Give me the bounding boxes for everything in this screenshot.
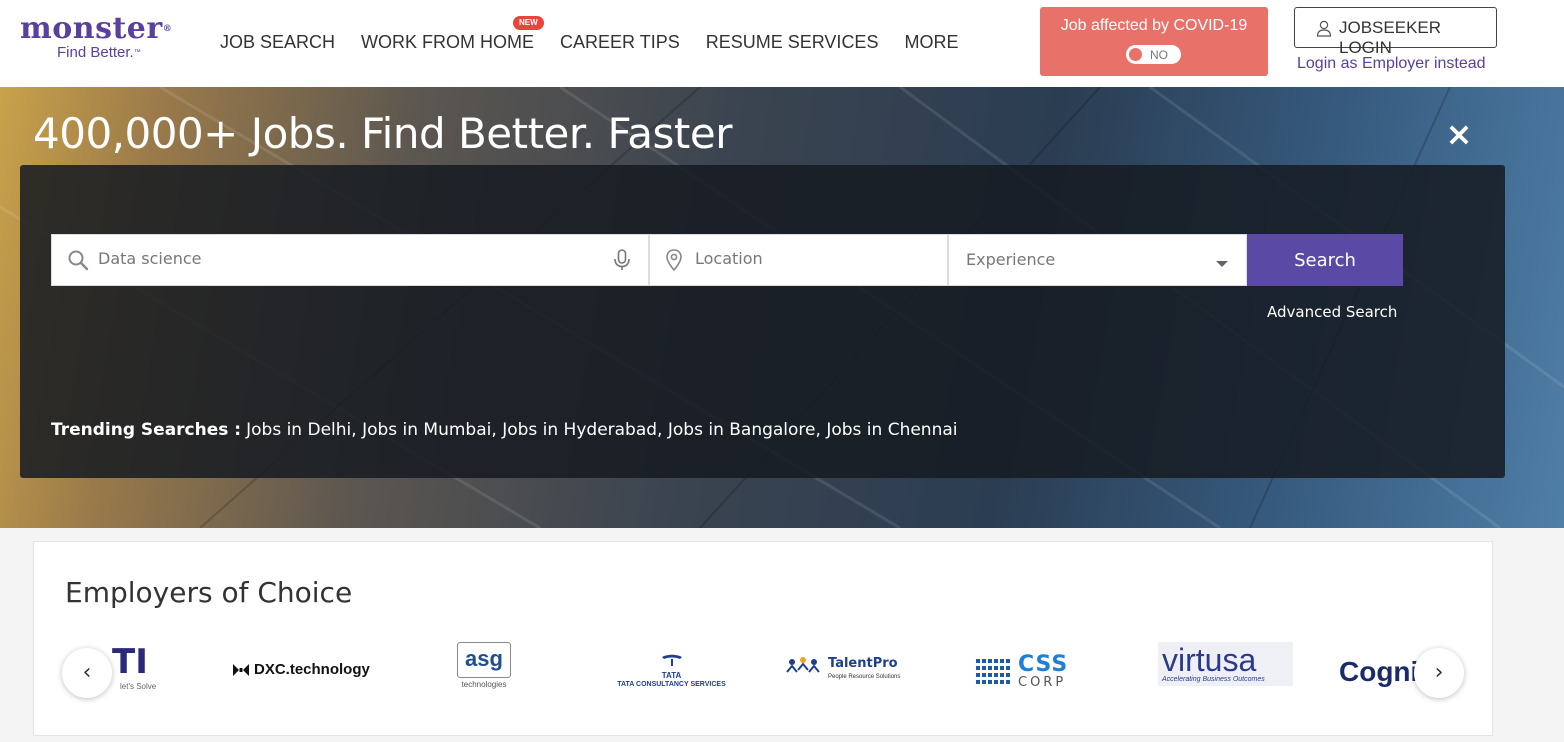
employer-login-link[interactable]: Login as Employer instead (1297, 55, 1486, 73)
new-badge: NEW (513, 16, 544, 30)
employer-logo-virtusa-text: virtusa (1162, 642, 1257, 678)
employer-logo-asg[interactable]: asg technologies (454, 642, 514, 702)
chevron-left-icon: ‹ (82, 660, 92, 685)
employer-logo-dxc[interactable]: DXC.technology (232, 642, 377, 702)
covid-toggle-card[interactable]: Job affected by COVID-19 NO (1040, 7, 1268, 76)
employer-logo-talentpro[interactable]: TalentPro People Resource Solutions (786, 642, 921, 702)
experience-placeholder: Experience (966, 250, 1056, 269)
hero-title: 400,000+ Jobs. Find Better. Faster (33, 109, 733, 158)
employer-logo-asg-caption: technologies (461, 680, 507, 689)
keyword-input[interactable] (98, 249, 598, 268)
carousel-next-button[interactable]: › (1414, 648, 1464, 698)
trending-link-delhi[interactable]: Jobs in Delhi, (246, 420, 357, 440)
employer-logo-tcs[interactable]: TATA TATA CONSULTANCY SERVICES (609, 642, 734, 702)
employer-logo-virtusa-caption: Accelerating Business Outcomes (1162, 676, 1265, 683)
location-pin-icon (666, 249, 682, 272)
nav-job-search[interactable]: JOB SEARCH (220, 31, 335, 55)
trending-searches: Trending Searches : Jobs in Delhi, Jobs … (51, 420, 958, 440)
login-label: JOBSEEKER LOGIN (1339, 18, 1442, 57)
keyword-field (51, 234, 649, 286)
csscorp-grid-icon (976, 659, 1010, 684)
toggle-knob (1129, 48, 1142, 61)
covid-title: Job affected by COVID-19 (1060, 17, 1248, 34)
trending-link-mumbai[interactable]: Jobs in Mumbai, (362, 420, 497, 440)
employer-logo-asg-text: asg (457, 642, 511, 678)
close-icon[interactable]: × (1444, 118, 1474, 150)
search-icon (68, 250, 89, 271)
employer-logo-tcs-caption: TATA CONSULTANCY SERVICES (617, 681, 726, 688)
logo-tagline: Find Better. (57, 44, 134, 61)
caret-down-icon (1216, 261, 1228, 267)
dxc-mark-icon (233, 664, 249, 676)
employer-logo-ti[interactable]: TI let's Solve (112, 642, 172, 702)
employer-logo-ti-text: TI (112, 642, 148, 682)
employer-logo-talentpro-caption: People Resource Solutions (828, 674, 901, 680)
logo-brand: monster (20, 11, 163, 46)
trending-link-chennai[interactable]: Jobs in Chennai (826, 420, 957, 440)
experience-select[interactable]: Experience (948, 234, 1247, 286)
trending-link-hyderabad[interactable]: Jobs in Hyderabad, (502, 420, 662, 440)
microphone-icon[interactable] (610, 248, 634, 272)
search-button[interactable]: Search (1247, 234, 1403, 286)
employer-logo-cognizant[interactable]: Cogni (1339, 642, 1419, 702)
hero-banner: 400,000+ Jobs. Find Better. Faster × Exp… (0, 87, 1564, 528)
logo-tm-mark: ™ (133, 49, 141, 56)
employer-logo-cognizant-text: Cogni (1339, 656, 1419, 687)
employers-title: Employers of Choice (65, 576, 353, 609)
covid-toggle[interactable]: NO (1126, 45, 1181, 64)
nav-work-from-home[interactable]: WORK FROM HOME NEW (361, 16, 544, 55)
user-icon (1316, 20, 1332, 37)
employers-section: Employers of Choice ‹ TI let's Solve DXC… (33, 541, 1493, 736)
nav-work-from-home-label: WORK FROM HOME (361, 32, 535, 52)
talentpro-people-icon (786, 657, 820, 673)
employer-logo-virtusa[interactable]: virtusa Accelerating Business Outcomes (1158, 642, 1293, 702)
search-panel: Experience Search Advanced Search Trendi… (20, 165, 1505, 478)
nav-resume-services[interactable]: RESUME SERVICES (706, 31, 879, 55)
nav-career-tips[interactable]: CAREER TIPS (560, 31, 680, 55)
employer-logo-talentpro-text: TalentPro (828, 656, 898, 671)
nav-more[interactable]: MORE (904, 31, 958, 55)
tata-mark-icon (661, 654, 682, 666)
trending-label: Trending Searches : (51, 420, 242, 440)
monster-logo[interactable]: monster® Find Better.™ (20, 14, 190, 70)
main-nav: JOB SEARCH WORK FROM HOME NEW CAREER TIP… (220, 16, 984, 55)
logo-reg-mark: ® (162, 24, 173, 34)
employer-logo-ti-caption: let's Solve (120, 682, 157, 691)
toggle-value: NO (1150, 48, 1168, 62)
jobseeker-login-button[interactable]: JOBSEEKER LOGIN (1294, 7, 1497, 57)
employer-logo-csscorp-text: CSS (1018, 652, 1069, 677)
advanced-search-link[interactable]: Advanced Search (1267, 303, 1397, 321)
chevron-right-icon: › (1434, 660, 1444, 685)
employer-logo-csscorp[interactable]: CSS CORP (974, 642, 1099, 702)
location-field (649, 234, 948, 286)
carousel-prev-button[interactable]: ‹ (62, 648, 112, 698)
employer-logo-csscorp-caption: CORP (1018, 675, 1067, 690)
employer-logo-dxc-text: DXC.technology (254, 661, 370, 678)
trending-link-bangalore[interactable]: Jobs in Bangalore, (668, 420, 821, 440)
location-input[interactable] (695, 249, 935, 268)
header: monster® Find Better.™ JOB SEARCH WORK F… (0, 0, 1564, 87)
employer-logo-tcs-brand: TATA (661, 671, 682, 680)
